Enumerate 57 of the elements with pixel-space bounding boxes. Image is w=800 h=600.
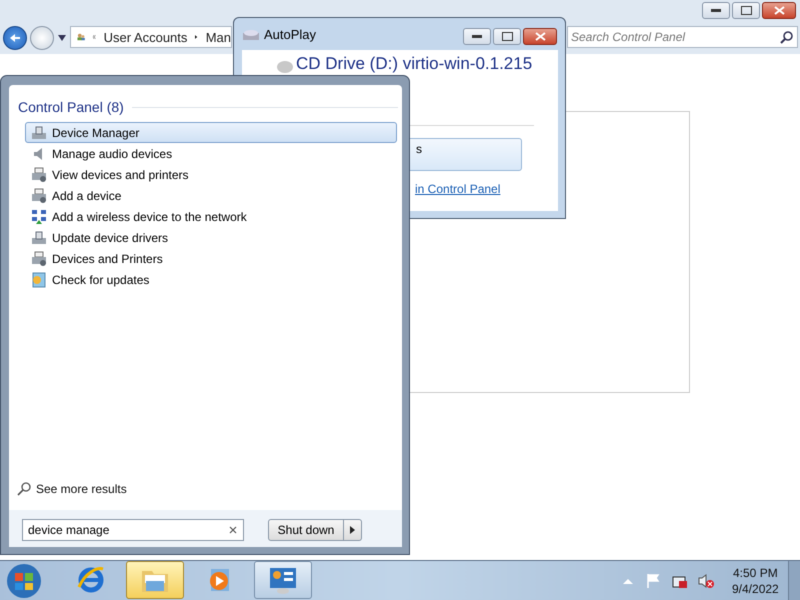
maximize-button[interactable] xyxy=(493,28,521,45)
close-button[interactable] xyxy=(762,2,796,19)
taskbar-button[interactable] xyxy=(126,561,184,599)
result-item[interactable]: Add a device xyxy=(25,185,397,206)
shut-down-options-button[interactable] xyxy=(344,519,362,541)
group-heading: Control Panel (8) xyxy=(18,99,124,115)
browser-icon xyxy=(76,565,106,595)
close-button[interactable] xyxy=(523,28,557,45)
result-item[interactable]: Update device drivers xyxy=(25,227,397,248)
shut-down-button[interactable]: Shut down xyxy=(268,519,344,541)
minimize-button[interactable] xyxy=(463,28,491,45)
start-button[interactable] xyxy=(6,563,42,599)
result-item[interactable]: Devices and Printers xyxy=(25,248,397,269)
maximize-icon xyxy=(502,32,512,41)
chevrons-icon xyxy=(93,33,96,41)
result-item[interactable]: Manage audio devices xyxy=(25,143,397,164)
back-button[interactable] xyxy=(3,26,27,50)
search-icon xyxy=(780,31,793,44)
disc-drive-icon xyxy=(242,27,260,41)
clear-icon[interactable] xyxy=(229,526,237,534)
maximize-button[interactable] xyxy=(732,2,760,19)
result-item[interactable]: Device Manager xyxy=(25,122,397,143)
printer-icon xyxy=(31,250,47,266)
clock[interactable]: 4:50 PM 9/4/2022 xyxy=(732,565,779,597)
breadcrumb-item[interactable]: Man xyxy=(206,30,231,44)
arrow-icon xyxy=(350,526,355,534)
search-field[interactable]: Search Control Panel xyxy=(567,26,798,48)
breadcrumb-item[interactable]: User Accounts xyxy=(104,30,188,44)
maximize-icon xyxy=(740,6,752,15)
device-icon xyxy=(31,124,47,140)
result-item[interactable]: Add a wireless device to the network xyxy=(25,206,397,227)
arrow-icon xyxy=(195,33,198,41)
network-icon xyxy=(31,208,47,224)
speaker-muted-icon[interactable] xyxy=(698,573,714,589)
result-item[interactable]: Check for updates xyxy=(25,269,397,290)
printer-icon xyxy=(31,166,47,182)
search-field[interactable]: device manage xyxy=(22,519,244,541)
disc-icon xyxy=(276,60,294,74)
address-bar[interactable]: User Accounts Man xyxy=(70,26,232,48)
result-item[interactable]: View devices and printers xyxy=(25,164,397,185)
minimize-icon xyxy=(472,35,482,38)
close-icon xyxy=(534,32,546,41)
minimize-button[interactable] xyxy=(702,2,730,19)
see-more-link[interactable]: See more results xyxy=(36,482,127,496)
control-panel-icon xyxy=(268,565,298,595)
back-arrow-icon xyxy=(9,33,21,43)
drive-title: CD Drive (D:) virtio-win-0.1.215 xyxy=(296,54,532,74)
taskbar-button[interactable] xyxy=(254,561,312,599)
close-icon xyxy=(774,6,784,15)
control-panel-link[interactable]: in Control Panel xyxy=(415,182,500,196)
search-icon xyxy=(17,482,31,496)
update-icon xyxy=(31,272,47,288)
window-title: AutoPlay xyxy=(264,27,316,42)
dropdown-icon[interactable] xyxy=(58,35,66,41)
minimize-icon xyxy=(711,9,721,12)
device-icon xyxy=(31,230,47,246)
printer-icon xyxy=(31,188,47,204)
